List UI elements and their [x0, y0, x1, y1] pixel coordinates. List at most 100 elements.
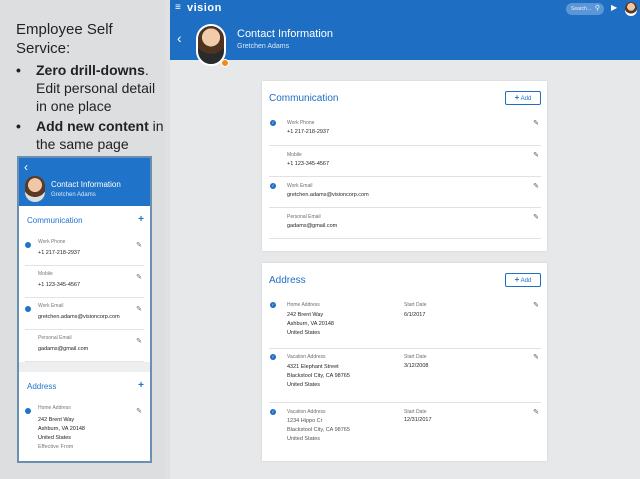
plus-icon[interactable]: +	[138, 380, 144, 391]
address-lines: 242 Brent Way Ashburn, VA 20148 United S…	[38, 416, 85, 452]
mobile-section-title: Communication	[27, 216, 83, 225]
address-line: Blackstool City, CA 98765	[287, 427, 350, 433]
list-item[interactable]: Work Phone +1 217-218-2937 ✎	[25, 234, 144, 266]
page-subtitle: Gretchen Adams	[237, 43, 290, 50]
communication-card: Communication + Add ✓ Work Phone +1 217-…	[262, 81, 547, 251]
play-icon[interactable]: ▶	[611, 3, 617, 12]
hamburger-menu-icon[interactable]: ≡	[175, 2, 181, 13]
bullet-text: Add new content in the same page	[36, 117, 166, 153]
table-row[interactable]: ✓ Work Phone +1 217-218-2937 ✎	[269, 116, 541, 146]
pencil-icon[interactable]: ✎	[533, 301, 539, 309]
address-line: United States	[38, 435, 72, 441]
add-address-button[interactable]: + Add	[505, 273, 541, 287]
field-label: Vacation Address	[287, 354, 326, 360]
section-title: Address	[269, 275, 306, 286]
field-label: Vacation Address	[287, 409, 326, 415]
field-label: Home Address	[38, 405, 71, 411]
table-row[interactable]: Personal Email gadams@gmail.com ✎	[269, 208, 541, 239]
start-date-value: 12/31/2017	[404, 417, 432, 423]
section-title: Communication	[269, 93, 339, 104]
top-bar: ≡ vision Search... ⚲ ▶	[170, 0, 640, 18]
bullet-item: • Add new content in the same page	[16, 117, 166, 153]
field-value: +1 123-345-4567	[287, 161, 330, 167]
mobile-subtitle: Gretchen Adams	[51, 192, 96, 198]
field-label: Personal Email	[287, 214, 321, 220]
field-label: Work Phone	[287, 120, 315, 126]
field-value: gadams@gmail.com	[38, 346, 89, 352]
pencil-icon[interactable]: ✎	[136, 407, 142, 415]
list-item[interactable]: Work Email gretchen.adams@visioncorp.com…	[25, 298, 144, 330]
effective-from-label: Effective From	[38, 444, 74, 450]
table-row[interactable]: ✓ Work Email gretchen.adams@visioncorp.c…	[269, 177, 541, 208]
address-card: Address + Add ✓ Home Address 242 Brent W…	[262, 263, 547, 461]
address-line: Ashburn, VA 20148	[287, 321, 334, 327]
list-item[interactable]: Mobile +1 123-345-4567 ✎	[25, 266, 144, 298]
list-item[interactable]: Personal Email gadams@gmail.com ✎	[25, 330, 144, 362]
add-label: Add	[520, 278, 532, 284]
bullet-dot-icon: •	[16, 118, 21, 134]
pencil-icon[interactable]: ✎	[533, 353, 539, 361]
start-date-value: 3/12/2008	[404, 363, 429, 369]
address-line: United States	[287, 436, 321, 442]
field-label: Home Address	[287, 302, 320, 308]
add-communication-button[interactable]: + Add	[505, 91, 541, 105]
divider	[19, 362, 150, 372]
pencil-icon[interactable]: ✎	[136, 241, 142, 249]
address-line: 4321 Elephant Street	[287, 364, 339, 370]
pencil-icon[interactable]: ✎	[533, 151, 539, 159]
address-lines: 1234 Hippo Cr Blackstool City, CA 98765 Un…	[287, 417, 350, 444]
pencil-icon[interactable]: ✎	[533, 408, 539, 416]
field-value: +1 123-345-4567	[38, 282, 81, 288]
check-circle-icon	[25, 306, 31, 312]
field-value: gretchen.adams@visioncorp.com	[287, 192, 369, 198]
address-line: Blackstool City, CA 98765	[287, 373, 350, 379]
address-lines: 242 Brent Way Ashburn, VA 20148 United Sta…	[287, 311, 334, 338]
chevron-left-icon[interactable]: ‹	[177, 30, 182, 46]
table-row[interactable]: ✓ Vacation Address 1234 Hippo Cr Blacksto…	[269, 403, 541, 448]
pencil-icon[interactable]: ✎	[533, 119, 539, 127]
list-item[interactable]: Home Address 242 Brent Way Ashburn, VA 2…	[25, 400, 144, 460]
user-avatar[interactable]	[625, 2, 637, 16]
address-line: United States	[287, 330, 321, 336]
mobile-communication-header: Communication +	[19, 206, 150, 234]
mobile-title: Contact Information	[51, 180, 121, 189]
address-line: 242 Brent Way	[287, 312, 324, 318]
pencil-icon[interactable]: ✎	[533, 213, 539, 221]
add-label: Add	[520, 96, 532, 102]
field-label: Work Email	[287, 183, 313, 189]
app-window: ≡ vision Search... ⚲ ▶ ‹ Contact Informa…	[170, 0, 640, 479]
table-row[interactable]: ✓ Vacation Address 4321 Elephant Street B…	[269, 349, 541, 403]
field-label: Mobile	[287, 152, 302, 158]
start-date-label: Start Date	[404, 302, 427, 308]
start-date-label: Start Date	[404, 354, 427, 360]
plus-icon[interactable]: +	[138, 214, 144, 225]
field-label: Work Phone	[38, 239, 66, 245]
pencil-icon[interactable]: ✎	[136, 273, 142, 281]
address-line: 242 Brent Way	[38, 417, 75, 423]
start-date-label: Start Date	[404, 409, 427, 415]
check-circle-icon: ✓	[270, 120, 276, 126]
brand-logo: vision	[187, 2, 222, 14]
address-lines: 4321 Elephant Street Blackstool City, CA …	[287, 363, 350, 390]
table-row[interactable]: ✓ Home Address 242 Brent Way Ashburn, VA …	[269, 297, 541, 349]
bullet-bold-text: Zero drill-downs	[36, 62, 145, 78]
search-input[interactable]: Search... ⚲	[566, 3, 604, 15]
pencil-icon[interactable]: ✎	[533, 182, 539, 190]
pencil-icon[interactable]: ✎	[136, 305, 142, 313]
page-title: Contact Information	[237, 28, 333, 40]
table-row[interactable]: Mobile +1 123-345-4567 ✎	[269, 146, 541, 177]
field-label: Personal Email	[38, 335, 72, 341]
mobile-address-header: Address +	[19, 372, 150, 400]
bullet-text: Zero drill-downs. Edit personal detail i…	[36, 61, 166, 115]
address-line: 1234 Hippo Cr	[287, 418, 323, 424]
chevron-left-icon[interactable]: ‹	[24, 160, 28, 174]
slide-panel: Employee Self Service: • Zero drill-down…	[0, 0, 166, 479]
address-line: Ashburn, VA 20148	[38, 426, 85, 432]
check-circle-icon: ✓	[270, 183, 276, 189]
mobile-preview: ‹ Contact Information Gretchen Adams Com…	[17, 156, 152, 463]
start-date-value: 6/1/2017	[404, 312, 426, 318]
search-icon: ⚲	[594, 5, 600, 12]
pencil-icon[interactable]: ✎	[136, 337, 142, 345]
field-value: gadams@gmail.com	[287, 223, 338, 229]
check-circle-icon	[25, 408, 31, 414]
